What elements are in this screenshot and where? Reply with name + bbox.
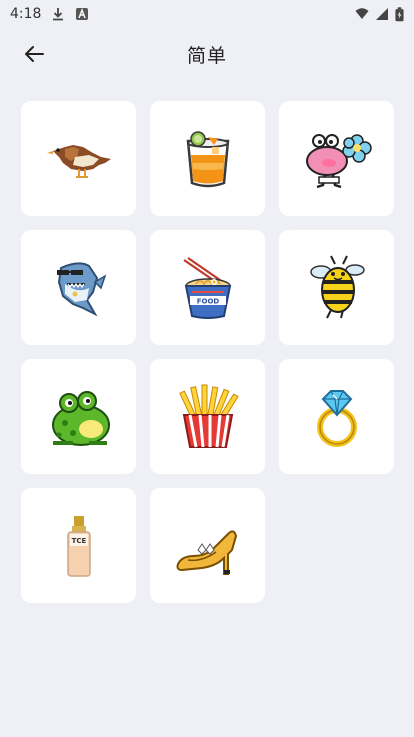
app-bar: 简单 — [0, 28, 414, 80]
download-icon — [53, 8, 64, 21]
pink-flower-creature-icon — [305, 133, 372, 188]
picture-card-orange-drink[interactable] — [150, 101, 265, 216]
status-bar: 4:18 — [0, 0, 414, 28]
foundation-bottle-icon: TCE — [66, 515, 91, 577]
bird-icon — [46, 144, 111, 178]
picture-card-high-heel-shoe[interactable] — [150, 488, 265, 603]
picture-card-shark[interactable] — [21, 230, 136, 345]
foundation-label: TCE — [71, 537, 86, 545]
orange-drink-icon — [186, 130, 229, 187]
picture-card-bee[interactable] — [279, 230, 394, 345]
picture-grid: FOOD TCE — [21, 101, 394, 603]
frog-icon — [51, 390, 110, 446]
picture-card-frog[interactable] — [21, 359, 136, 474]
wifi-icon — [355, 8, 369, 19]
french-fries-icon — [178, 384, 239, 448]
back-button[interactable] — [18, 40, 50, 68]
noodles-label: FOOD — [196, 297, 219, 305]
picture-card-french-fries[interactable] — [150, 359, 265, 474]
signal-icon — [376, 8, 388, 20]
picture-card-foundation-bottle[interactable]: TCE — [21, 488, 136, 603]
picture-card-bird[interactable] — [21, 101, 136, 216]
diamond-ring-icon — [316, 389, 357, 447]
app-notification-icon — [76, 8, 89, 20]
picture-card-diamond-ring[interactable] — [279, 359, 394, 474]
page-title: 简单 — [186, 44, 227, 67]
arrow-left-icon — [25, 46, 44, 62]
picture-card-instant-noodles[interactable]: FOOD — [150, 230, 265, 345]
picture-card-pink-flower-creature[interactable] — [279, 101, 394, 216]
instant-noodles-icon: FOOD — [182, 256, 231, 319]
bee-icon — [309, 255, 365, 318]
battery-icon — [395, 6, 404, 21]
high-heel-shoe-icon — [176, 529, 237, 575]
shark-icon — [56, 261, 106, 316]
status-time: 4:18 — [10, 6, 42, 22]
